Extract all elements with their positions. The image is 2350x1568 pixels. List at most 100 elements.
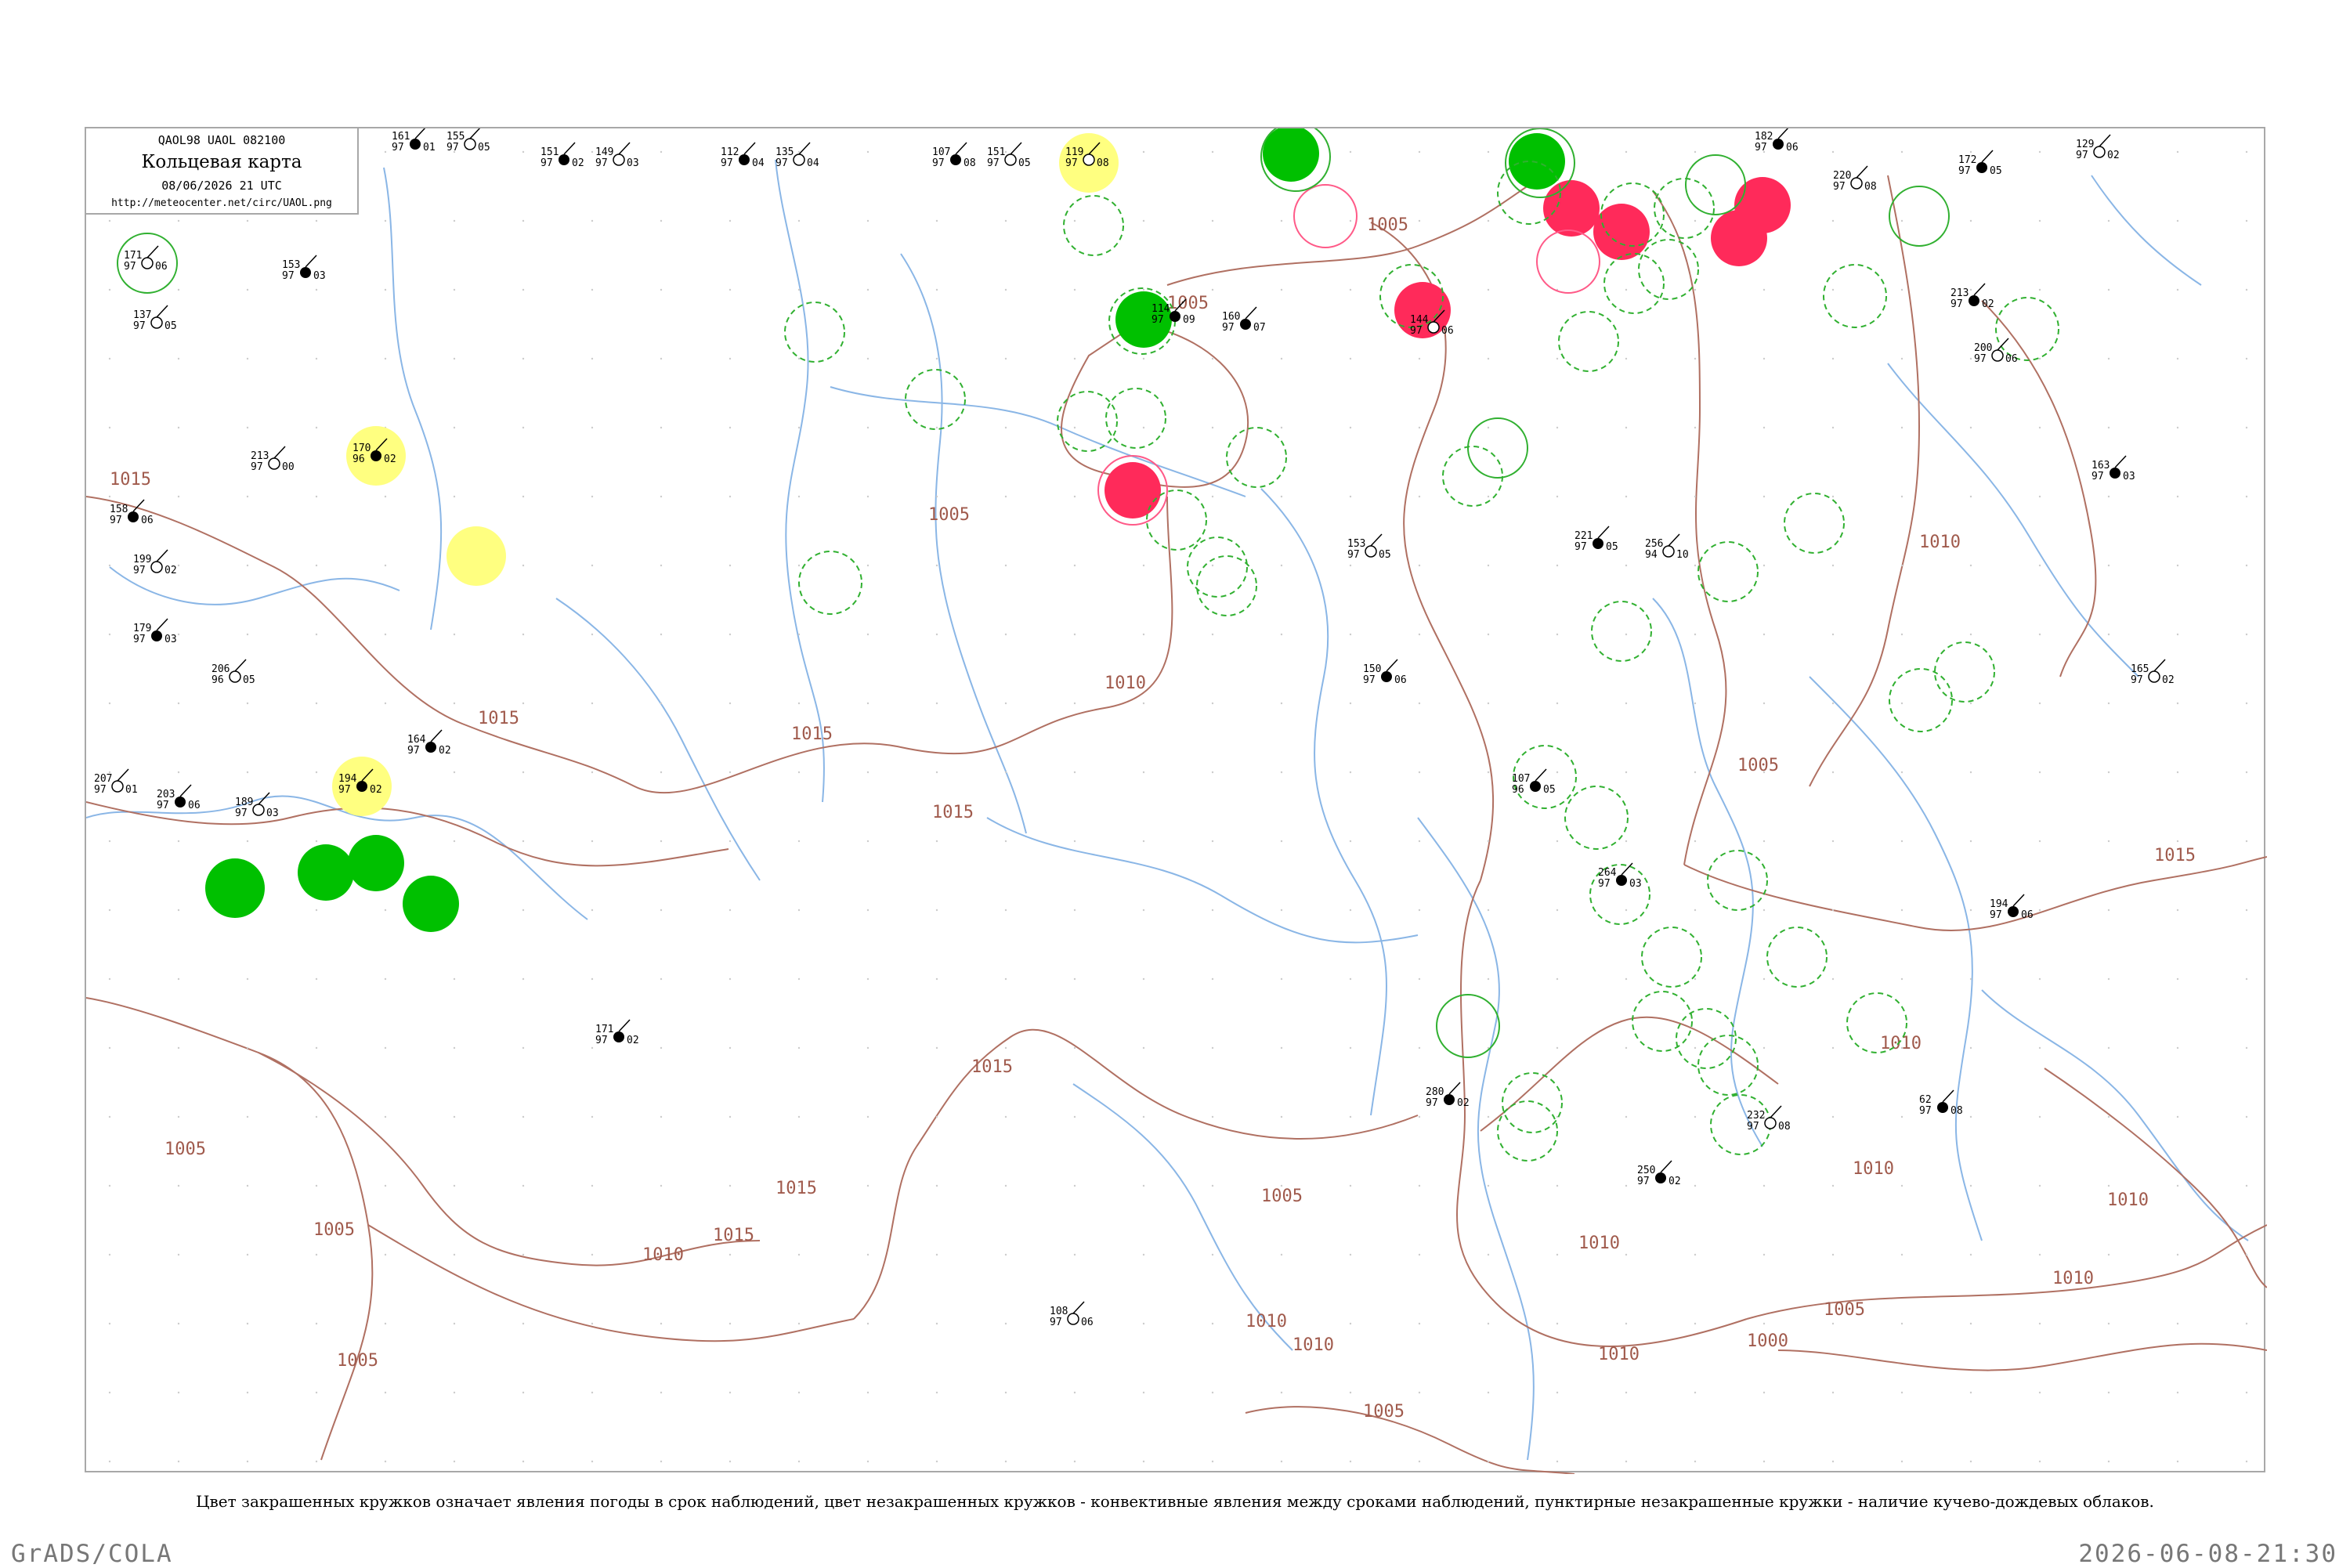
grid-dot bbox=[1280, 357, 1283, 360]
svg-text:97: 97 bbox=[1426, 1097, 1438, 1109]
grid-dot bbox=[2245, 977, 2248, 981]
grid-dot bbox=[728, 288, 732, 291]
grid-dot bbox=[1487, 702, 1490, 705]
grid-dot bbox=[2245, 150, 2248, 154]
grid-dot bbox=[315, 288, 318, 291]
cb-circle bbox=[1442, 446, 1503, 507]
grid-dot bbox=[177, 1460, 180, 1463]
grid-dot bbox=[2245, 495, 2248, 498]
grid-dot bbox=[246, 633, 249, 636]
grid-dot bbox=[1073, 1115, 1076, 1118]
grid-dot bbox=[1969, 1391, 1972, 1394]
severe-circle bbox=[1593, 204, 1650, 260]
river bbox=[1072, 1083, 1293, 1351]
svg-text:03: 03 bbox=[1629, 878, 1642, 890]
grid-dot bbox=[1487, 1322, 1490, 1325]
grid-dot bbox=[1556, 1460, 1559, 1463]
station-model: 23297 08 bbox=[1747, 1105, 1791, 1133]
grid-dot bbox=[384, 564, 387, 567]
grid-dot bbox=[1280, 1046, 1283, 1050]
grid-dot bbox=[315, 840, 318, 843]
grid-dot bbox=[660, 564, 663, 567]
svg-text:97: 97 bbox=[2131, 674, 2143, 686]
svg-text:199: 199 bbox=[133, 554, 151, 565]
svg-text:02: 02 bbox=[439, 745, 451, 757]
svg-text:02: 02 bbox=[1668, 1176, 1681, 1187]
grid-dot bbox=[1900, 219, 1904, 222]
station-model: 15197 02 bbox=[540, 142, 584, 169]
station-model: 14997 03 bbox=[595, 142, 639, 169]
grid-dot bbox=[1073, 1046, 1076, 1050]
rivers bbox=[86, 159, 2249, 1461]
isobar-line bbox=[1456, 880, 1748, 1347]
grid-dot bbox=[177, 1115, 180, 1118]
grid-dot bbox=[2245, 219, 2248, 222]
grid-dot bbox=[453, 357, 456, 360]
grid-dot bbox=[177, 495, 180, 498]
grid-dot bbox=[1004, 1460, 1007, 1463]
grid-dot bbox=[1900, 771, 1904, 774]
grid-dot bbox=[1004, 840, 1007, 843]
grid-dot bbox=[728, 977, 732, 981]
svg-text:05: 05 bbox=[164, 320, 177, 332]
svg-text:03: 03 bbox=[2123, 471, 2135, 482]
grid-dot bbox=[1831, 1253, 1835, 1256]
grid-dot bbox=[1969, 288, 1972, 291]
grid-dot bbox=[1142, 1460, 1145, 1463]
grid-dot bbox=[1694, 150, 1697, 154]
svg-text:155: 155 bbox=[446, 131, 465, 143]
grid-dot bbox=[2245, 909, 2248, 912]
grid-dot bbox=[797, 426, 801, 429]
grid-dot bbox=[2107, 357, 2110, 360]
grid-dot bbox=[1073, 1184, 1076, 1187]
grid-dot bbox=[660, 977, 663, 981]
title-box: QAOL98 UAOL 082100 Кольцевая карта 08/06… bbox=[85, 127, 359, 215]
convective-green-circle bbox=[1889, 186, 1950, 247]
grid-dot bbox=[1900, 1184, 1904, 1187]
grid-dot bbox=[1694, 1046, 1697, 1050]
cb-circle bbox=[905, 369, 966, 430]
grid-dot bbox=[1349, 1184, 1352, 1187]
grid-dot bbox=[2107, 1046, 2110, 1050]
grid-dot bbox=[866, 1460, 870, 1463]
grid-dot bbox=[797, 288, 801, 291]
river bbox=[2091, 175, 2202, 286]
grid-dot bbox=[1349, 1322, 1352, 1325]
grid-dot bbox=[384, 1184, 387, 1187]
svg-text:00: 00 bbox=[282, 461, 295, 473]
grid-dot bbox=[1073, 288, 1076, 291]
grid-dot bbox=[1418, 1184, 1421, 1187]
grid-dot bbox=[1831, 426, 1835, 429]
grid-dot bbox=[1694, 977, 1697, 981]
station-model: 16097 07 bbox=[1222, 306, 1266, 334]
grid-dot bbox=[1280, 840, 1283, 843]
svg-text:163: 163 bbox=[2092, 460, 2110, 471]
svg-text:97: 97 bbox=[595, 157, 608, 169]
svg-text:149: 149 bbox=[595, 146, 613, 158]
grid-dot bbox=[1487, 495, 1490, 498]
thunderstorm-circle bbox=[205, 858, 265, 918]
grid-dot bbox=[1142, 840, 1145, 843]
cb-circle bbox=[1603, 253, 1665, 314]
grid-dot bbox=[384, 288, 387, 291]
grid-dot bbox=[177, 977, 180, 981]
grid-dot bbox=[315, 426, 318, 429]
isobar-line bbox=[1683, 856, 2267, 931]
grid-dot bbox=[2107, 1115, 2110, 1118]
grid-dot bbox=[591, 426, 594, 429]
station-model: 18297 06 bbox=[1755, 128, 1799, 154]
svg-text:160: 160 bbox=[1222, 311, 1240, 323]
grid-dot bbox=[522, 564, 525, 567]
grid-dot bbox=[1487, 771, 1490, 774]
grid-dot bbox=[108, 219, 111, 222]
station-model: 17197 06 bbox=[124, 245, 168, 273]
grid-dot bbox=[1762, 1460, 1766, 1463]
grid-dot bbox=[1556, 426, 1559, 429]
cb-circle bbox=[784, 302, 845, 363]
grid-dot bbox=[728, 1460, 732, 1463]
isobar-label: 1005 bbox=[1363, 1402, 1405, 1422]
svg-text:232: 232 bbox=[1747, 1110, 1765, 1122]
grid-dot bbox=[1694, 1460, 1697, 1463]
grid-dot bbox=[660, 426, 663, 429]
svg-text:06: 06 bbox=[188, 800, 201, 811]
